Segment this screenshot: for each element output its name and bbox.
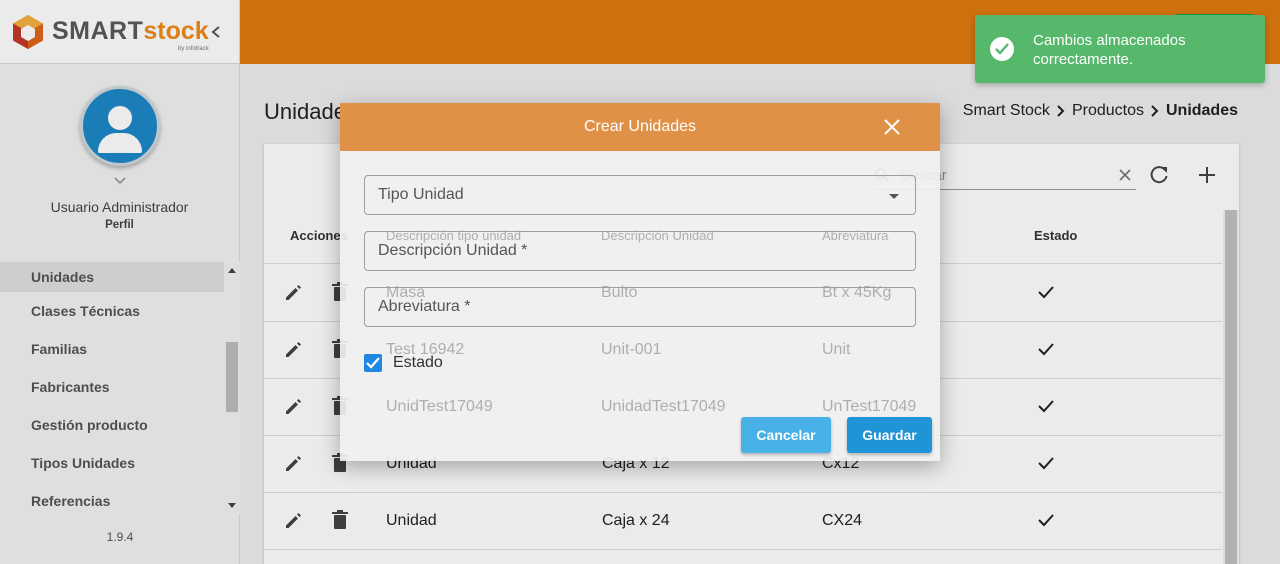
tipo-unidad-label: Tipo Unidad (378, 186, 464, 203)
success-toast[interactable]: Cambios almacenados correctamente. (975, 15, 1265, 83)
dialog-title: Crear Unidades (583, 118, 697, 135)
cell-abbr: UnTest17049 (822, 398, 917, 415)
cell-type-desc: UnidTest17049 (386, 398, 493, 415)
dialog-header: Crear Unidades (340, 103, 940, 151)
toast-message-line2: correctamente. (1033, 51, 1134, 68)
abreviatura-field[interactable]: Abreviatura * (364, 287, 916, 327)
tipo-unidad-select[interactable]: Tipo Unidad (364, 175, 916, 215)
close-icon[interactable] (882, 117, 902, 137)
cell-abbr: Unit (822, 341, 851, 358)
cancel-button[interactable]: Cancelar (741, 417, 831, 453)
cell-unit-desc: UnidadTest17049 (601, 398, 726, 415)
descripcion-unidad-label: Descripción Unidad * (378, 242, 528, 259)
create-unit-dialog: Crear Unidades Descripción tipo unidad D… (340, 103, 940, 461)
toast-message-line1: Cambios almacenados (1033, 32, 1186, 49)
dropdown-caret-icon (889, 194, 899, 199)
estado-checkbox[interactable] (364, 354, 382, 372)
cell-unit-desc: Unit-001 (601, 341, 662, 358)
save-button[interactable]: Guardar (847, 417, 932, 453)
descripcion-unidad-field[interactable]: Descripción Unidad * (364, 231, 916, 271)
estado-label: Estado (393, 354, 443, 371)
toast-message: Cambios almacenados correctamente. (1033, 31, 1253, 69)
estado-checkbox-row: Estado (364, 354, 443, 372)
checkmark-icon (366, 357, 380, 369)
success-check-icon (990, 37, 1014, 61)
abreviatura-label: Abreviatura * (378, 298, 471, 315)
